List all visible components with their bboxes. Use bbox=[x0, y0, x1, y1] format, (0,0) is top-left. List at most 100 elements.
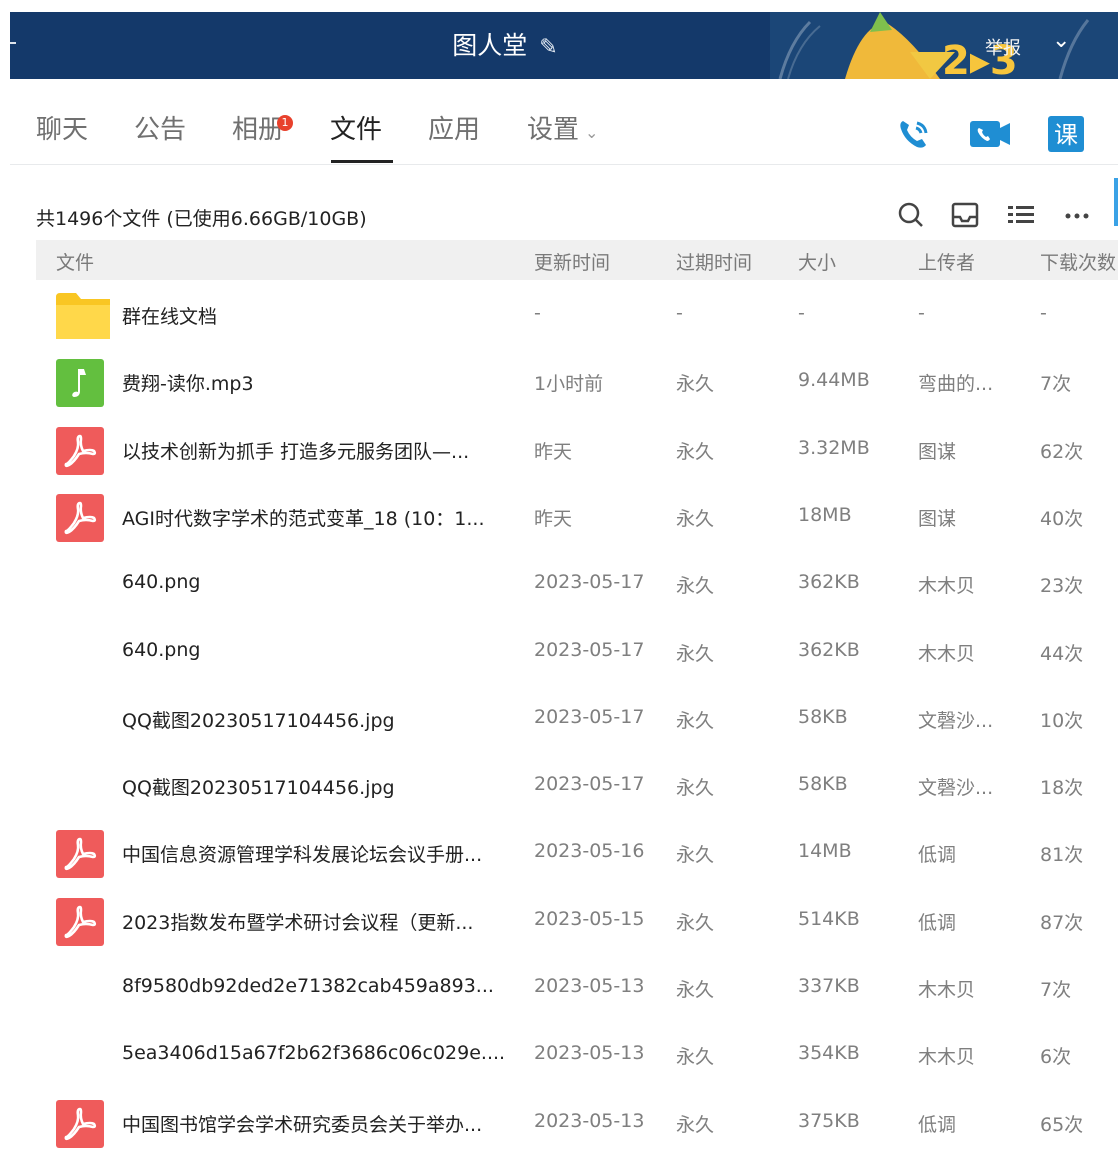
updated-cell: 2023-05-15 bbox=[534, 907, 645, 930]
file-row[interactable]: 2023指数发布暨学术研讨会议程（更新... 2023-05-15 永久 514KB 低… bbox=[36, 886, 1118, 953]
column-header-uploader[interactable]: 上传者 bbox=[918, 248, 975, 275]
downloads-cell: 7次 bbox=[1040, 979, 1072, 1001]
downloads-cell: 40次 bbox=[1040, 507, 1084, 530]
updated-cell: 2023-05-13 bbox=[534, 975, 645, 997]
size-cell: 3.32MB bbox=[798, 436, 870, 459]
column-header-updated[interactable]: 更新时间 bbox=[534, 248, 610, 275]
uploader-cell: 低调 bbox=[918, 844, 957, 867]
tab-settings[interactable]: 设置 ⌄ bbox=[527, 109, 598, 146]
file-name[interactable]: 以技术创新为抓手 打造多元服务团队—... bbox=[122, 437, 522, 464]
expires-cell: 永久 bbox=[676, 440, 715, 463]
file-row[interactable]: 5ea3406d15a67f2b62f3686c06c029e.... 2023-… bbox=[36, 1020, 1118, 1087]
file-row[interactable]: 8f9580db92ded2e71382cab459a893... 2023-05… bbox=[36, 953, 1118, 1020]
uploader-cell: 图谋 bbox=[918, 440, 957, 463]
file-name[interactable]: QQ截图20230517104456.jpg bbox=[122, 773, 522, 800]
file-name[interactable]: 费翔-读你.mp3 bbox=[122, 369, 522, 396]
tab-chat[interactable]: 聊天 bbox=[36, 109, 88, 146]
tab-album[interactable]: 相册 bbox=[232, 109, 284, 146]
downloads-cell: 44次 bbox=[1040, 642, 1084, 665]
file-count-summary: 共1496个文件 (已使用6.66GB/10GB) bbox=[36, 208, 367, 230]
file-name[interactable]: 640.png bbox=[122, 571, 522, 593]
column-header-downloads[interactable]: 下载次数 bbox=[1040, 248, 1116, 275]
group-name: 图人堂 bbox=[452, 31, 528, 60]
uploader-cell: 木木贝 bbox=[918, 575, 976, 598]
file-row[interactable]: AGI时代数字学术的范式变革_18 (10：1... 昨天 永久 18MB 图谋 40次 bbox=[36, 482, 1118, 549]
file-row[interactable]: QQ截图20230517104456.jpg 2023-05-17 永久 58KB 文磬… bbox=[36, 751, 1118, 818]
column-header-file[interactable]: 文件 bbox=[56, 248, 94, 275]
updated-cell: - bbox=[534, 302, 541, 324]
size-cell: 514KB bbox=[798, 907, 860, 930]
uploader-cell: - bbox=[918, 302, 925, 324]
uploader-cell: 木木贝 bbox=[918, 979, 976, 1001]
size-cell: 362KB bbox=[798, 638, 860, 661]
file-name[interactable]: 5ea3406d15a67f2b62f3686c06c029e.... bbox=[122, 1042, 522, 1064]
expires-cell: 永久 bbox=[676, 844, 715, 867]
file-name[interactable]: 2023指数发布暨学术研讨会议程（更新... bbox=[122, 908, 522, 935]
expires-cell: 永久 bbox=[676, 979, 715, 1001]
file-row[interactable]: 以技术创新为抓手 打造多元服务团队—... 昨天 永久 3.32MB 图谋 62次 bbox=[36, 415, 1118, 482]
expires-cell: 永久 bbox=[676, 575, 715, 598]
phone-call-icon[interactable] bbox=[895, 115, 933, 153]
group-window: 图人堂 ✎ 2▸3 举报 ⌄ 聊天 公告 相册 1 文件 应用 设置 ⌄ 课 共… bbox=[10, 12, 1118, 1151]
list-view-icon[interactable] bbox=[1004, 198, 1038, 232]
more-icon[interactable] bbox=[1060, 198, 1094, 232]
file-row[interactable]: 中国图书馆学会学术研究委员会关于举办... 2023-05-13 永久 375KB 低调… bbox=[36, 1088, 1118, 1155]
file-name[interactable]: AGI时代数字学术的范式变革_18 (10：1... bbox=[122, 504, 522, 531]
music-file-icon bbox=[56, 359, 104, 408]
chevron-down-icon[interactable]: ⌄ bbox=[1052, 28, 1070, 53]
file-row[interactable]: 640.png 2023-05-17 永久 362KB 木木贝 23次 bbox=[36, 549, 1118, 616]
title-bar: 图人堂 ✎ 2▸3 举报 ⌄ bbox=[10, 12, 1118, 79]
column-header-size[interactable]: 大小 bbox=[798, 248, 836, 275]
file-name[interactable]: 群在线文档 bbox=[122, 302, 522, 329]
pdf-file-icon bbox=[56, 1099, 104, 1148]
expires-cell: 永久 bbox=[676, 373, 715, 396]
size-cell: 354KB bbox=[798, 1042, 860, 1065]
file-table-header: 文件 更新时间 过期时间 大小 上传者 下载次数 bbox=[36, 240, 1118, 280]
expires-cell: 永久 bbox=[676, 642, 715, 665]
downloads-cell: 23次 bbox=[1040, 575, 1084, 598]
file-name[interactable]: 中国信息资源管理学科发展论坛会议手册... bbox=[122, 840, 522, 867]
tab-bar: 聊天 公告 相册 1 文件 应用 设置 ⌄ 课 bbox=[10, 79, 1118, 165]
edit-icon[interactable]: ✎ bbox=[539, 14, 557, 79]
downloads-cell: 7次 bbox=[1040, 373, 1072, 396]
course-icon[interactable]: 课 bbox=[1047, 115, 1085, 153]
downloads-cell: 87次 bbox=[1040, 911, 1084, 934]
search-icon[interactable] bbox=[894, 198, 928, 232]
folder-icon bbox=[56, 293, 110, 339]
uploader-cell: 木木贝 bbox=[918, 1046, 976, 1069]
size-cell: 9.44MB bbox=[798, 369, 870, 392]
uploader-cell: 低调 bbox=[918, 1113, 957, 1136]
updated-cell: 2023-05-16 bbox=[534, 840, 645, 863]
file-name[interactable]: 640.png bbox=[122, 639, 522, 661]
size-cell: 18MB bbox=[798, 503, 852, 526]
file-name[interactable]: 中国图书馆学会学术研究委员会关于举办... bbox=[122, 1110, 522, 1137]
expires-cell: 永久 bbox=[676, 1113, 715, 1136]
pdf-file-icon bbox=[56, 830, 104, 879]
tab-announcement[interactable]: 公告 bbox=[134, 109, 186, 146]
updated-cell: 2023-05-17 bbox=[534, 773, 645, 796]
tab-apps[interactable]: 应用 bbox=[428, 109, 480, 146]
uploader-cell: 木木贝 bbox=[918, 642, 976, 665]
uploader-cell: 文磬沙... bbox=[918, 777, 994, 800]
inbox-icon[interactable] bbox=[948, 198, 982, 232]
file-row[interactable]: 640.png 2023-05-17 永久 362KB 木木贝 44次 bbox=[36, 617, 1118, 684]
downloads-cell: - bbox=[1040, 302, 1047, 324]
video-call-icon[interactable] bbox=[968, 115, 1012, 153]
file-row[interactable]: QQ截图20230517104456.jpg 2023-05-17 永久 58KB 文磬… bbox=[36, 684, 1118, 751]
updated-cell: 昨天 bbox=[534, 440, 573, 463]
file-name[interactable]: 8f9580db92ded2e71382cab459a893... bbox=[122, 975, 522, 997]
report-link[interactable]: 举报 bbox=[985, 34, 1021, 60]
file-row[interactable]: 中国信息资源管理学科发展论坛会议手册... 2023-05-16 永久 14MB 低调 8… bbox=[36, 818, 1118, 885]
file-row[interactable]: 费翔-读你.mp3 1小时前 永久 9.44MB 弯曲的... 7次 bbox=[36, 347, 1118, 414]
uploader-cell: 弯曲的... bbox=[918, 373, 994, 396]
chevron-down-icon: ⌄ bbox=[585, 123, 599, 142]
tab-files[interactable]: 文件 bbox=[330, 109, 382, 146]
upload-button-edge[interactable] bbox=[1114, 178, 1118, 226]
updated-cell: 昨天 bbox=[534, 507, 573, 530]
file-row[interactable]: 群在线文档 - - - - - bbox=[36, 280, 1118, 347]
files-summary-bar: 共1496个文件 (已使用6.66GB/10GB) bbox=[10, 164, 1118, 240]
uploader-cell: 图谋 bbox=[918, 507, 957, 530]
size-cell: 337KB bbox=[798, 975, 860, 997]
column-header-expires[interactable]: 过期时间 bbox=[676, 248, 752, 275]
file-name[interactable]: QQ截图20230517104456.jpg bbox=[122, 706, 522, 733]
